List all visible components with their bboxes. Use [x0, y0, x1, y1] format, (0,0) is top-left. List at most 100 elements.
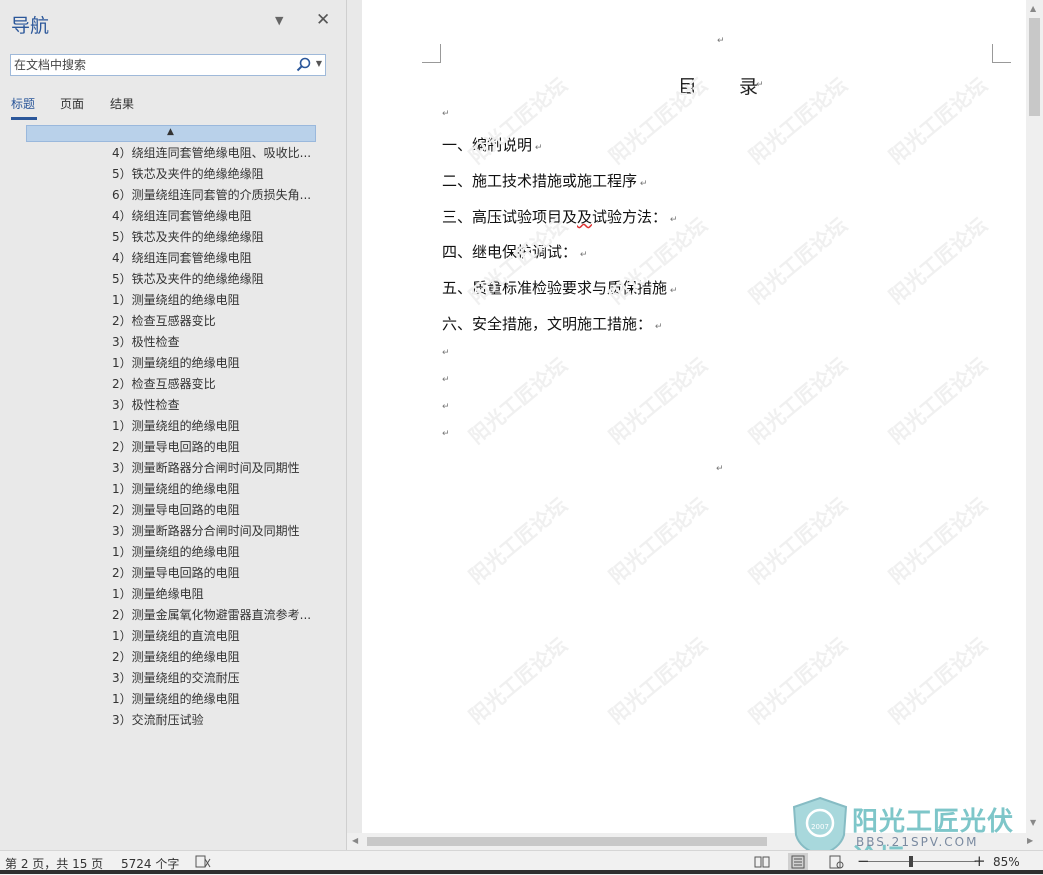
toc-text: 三、高压试验项目及及试验方法： — [442, 208, 668, 226]
toc-line: 四、继电保护调试： ↵ — [442, 241, 587, 262]
heading-item[interactable]: 2）检查互感器变比 — [112, 375, 322, 392]
scroll-left-icon[interactable]: ◀ — [352, 836, 358, 845]
watermark: 阳光工匠论坛 — [744, 492, 852, 589]
paragraph-mark-icon: ↵ — [442, 402, 450, 412]
heading-item[interactable]: 5）铁芯及夹件的绝缘绝缘阻 — [112, 228, 322, 245]
watermark: 阳光工匠论坛 — [604, 632, 712, 729]
heading-item[interactable]: 1）测量绕组的直流电阻 — [112, 627, 322, 644]
heading-item[interactable]: 4）绕组连同套管绝缘电阻、吸收比... — [112, 144, 322, 161]
heading-item[interactable]: 1）测量绕组的绝缘电阻 — [112, 417, 322, 434]
watermark: 阳光工匠论坛 — [884, 492, 992, 589]
read-mode-icon[interactable] — [752, 853, 772, 871]
tab-headings[interactable]: 标题 — [11, 95, 35, 112]
search-input[interactable] — [14, 57, 284, 73]
toc-text: 一、编制说明 — [442, 136, 533, 154]
heading-item[interactable]: 4）绕组连同套管绝缘电阻 — [112, 249, 322, 266]
nav-title: 导航 — [11, 15, 50, 37]
chevron-down-icon[interactable]: ▼ — [275, 14, 283, 27]
watermark: 阳光工匠论坛 — [464, 632, 572, 729]
paragraph-mark-icon: ↵ — [667, 215, 678, 225]
paragraph-mark-icon: ↵ — [442, 429, 450, 439]
watermark: 阳光工匠论坛 — [884, 352, 992, 449]
toc-text: 二、施工技术措施或施工程序 — [442, 172, 638, 190]
zoom-slider-thumb[interactable] — [909, 856, 913, 867]
navigation-pane: 导航 ▼ ✕ ▼ 标题 页面 结果 ▲ 4）绕组连同套管绝缘电阻、吸收比... 5… — [0, 0, 347, 850]
heading-item[interactable]: 4）绕组连同套管绝缘电阻 — [112, 207, 322, 224]
document-page[interactable]: ↵ 目录 ↵ ↵ 一、编制说明 ↵ 二、施工技术措施或施工程序 ↵ 三、高压试验项目… — [362, 0, 1026, 833]
heading-item[interactable]: 2）检查互感器变比 — [112, 312, 322, 329]
watermark: 阳光工匠论坛 — [884, 72, 992, 169]
collapse-up-icon[interactable]: ▲ — [167, 127, 174, 137]
heading-item[interactable]: 1）测量绕组的绝缘电阻 — [112, 291, 322, 308]
heading-item[interactable]: 1）测量绕组的绝缘电阻 — [112, 690, 322, 707]
paragraph-mark-icon: ↵ — [442, 348, 450, 358]
proofing-icon[interactable] — [195, 855, 211, 869]
tab-pages[interactable]: 页面 — [60, 95, 84, 112]
watermark: 阳光工匠论坛 — [604, 352, 712, 449]
shield-logo-icon: 2007 — [792, 796, 848, 857]
heading-item[interactable]: 3）交流耐压试验 — [112, 711, 322, 728]
watermark: 阳光工匠论坛 — [744, 212, 852, 309]
heading-item[interactable]: 3）测量断路器分合闸时间及同期性 — [112, 459, 322, 476]
search-icon[interactable] — [295, 56, 313, 74]
toc-line: 五、质量标准检验要求与质保措施 ↵ — [442, 277, 677, 298]
heading-item[interactable]: 3）测量绕组的交流耐压 — [112, 669, 322, 686]
active-tab-indicator — [11, 117, 37, 120]
paragraph-mark-icon: ↵ — [717, 36, 725, 46]
search-box[interactable]: ▼ — [10, 54, 326, 76]
search-options-icon[interactable]: ▼ — [316, 59, 322, 68]
toc-text: 六、安全措施，文明施工措施： — [442, 315, 653, 333]
zoom-in-icon[interactable]: + — [973, 852, 986, 870]
toc-line: 三、高压试验项目及及试验方法： ↵ — [442, 206, 677, 227]
paragraph-mark-icon: ↵ — [577, 250, 588, 260]
paragraph-mark-icon: ↵ — [652, 322, 663, 332]
scroll-up-icon[interactable]: ▲ — [1030, 4, 1036, 13]
heading-item[interactable]: 3）极性检查 — [112, 333, 322, 350]
watermark: 阳光工匠论坛 — [604, 492, 712, 589]
margin-corner-mark — [992, 44, 1011, 63]
svg-text:2007: 2007 — [811, 823, 829, 831]
heading-item[interactable]: 2）测量金属氧化物避雷器直流参考... — [112, 606, 322, 623]
collapse-bar[interactable]: ▲ — [26, 125, 316, 142]
watermark: 阳光工匠论坛 — [744, 632, 852, 729]
taskbar-edge — [0, 870, 1043, 874]
document-title: 目录 — [678, 76, 801, 98]
heading-item[interactable]: 3）测量断路器分合闸时间及同期性 — [112, 522, 322, 539]
watermark: 阳光工匠论坛 — [464, 352, 572, 449]
heading-item[interactable]: 6）测量绕组连同套管的介质损失角... — [112, 186, 322, 203]
heading-item[interactable]: 2）测量导电回路的电阻 — [112, 564, 322, 581]
tab-results[interactable]: 结果 — [110, 95, 134, 112]
logo-url: BBS.21SPV.COM — [856, 835, 979, 849]
heading-item[interactable]: 2）测量绕组的绝缘电阻 — [112, 648, 322, 665]
heading-item[interactable]: 2）测量导电回路的电阻 — [112, 501, 322, 518]
toc-line: 二、施工技术措施或施工程序 ↵ — [442, 170, 647, 191]
watermark: 阳光工匠论坛 — [884, 632, 992, 729]
site-logo: 2007 阳光工匠光伏论坛 BBS.21SPV.COM — [790, 795, 1040, 874]
paragraph-mark-icon: ↵ — [442, 109, 450, 119]
heading-item[interactable]: 5）铁芯及夹件的绝缘绝缘阻 — [112, 270, 322, 287]
watermark: 阳光工匠论坛 — [744, 352, 852, 449]
scroll-thumb[interactable] — [367, 837, 767, 846]
paragraph-mark-icon: ↵ — [637, 179, 648, 189]
vertical-scrollbar[interactable]: ▲ ▼ — [1026, 0, 1043, 833]
zoom-level[interactable]: 85% — [993, 855, 1020, 869]
heading-item[interactable]: 1）测量绕组的绝缘电阻 — [112, 354, 322, 371]
scroll-thumb[interactable] — [1029, 18, 1040, 116]
paragraph-mark-icon: ↵ — [532, 143, 543, 153]
paragraph-mark-icon: ↵ — [667, 286, 678, 296]
paragraph-mark-icon: ↵ — [756, 80, 764, 90]
print-layout-icon[interactable] — [788, 853, 808, 871]
heading-item[interactable]: 1）测量绕组的绝缘电阻 — [112, 480, 322, 497]
close-icon[interactable]: ✕ — [316, 10, 330, 30]
web-layout-icon[interactable] — [826, 853, 846, 871]
heading-item[interactable]: 3）极性检查 — [112, 396, 322, 413]
heading-item[interactable]: 2）测量导电回路的电阻 — [112, 438, 322, 455]
zoom-slider[interactable] — [868, 861, 976, 862]
paragraph-mark-icon: ↵ — [442, 375, 450, 385]
toc-text: 五、质量标准检验要求与质保措施 — [442, 279, 668, 297]
heading-item[interactable]: 1）测量绕组的绝缘电阻 — [112, 543, 322, 560]
watermark: 阳光工匠论坛 — [464, 492, 572, 589]
heading-item[interactable]: 1）测量绝缘电阻 — [112, 585, 322, 602]
heading-item[interactable]: 5）铁芯及夹件的绝缘绝缘阻 — [112, 165, 322, 182]
paragraph-mark-icon: ↵ — [716, 464, 724, 474]
